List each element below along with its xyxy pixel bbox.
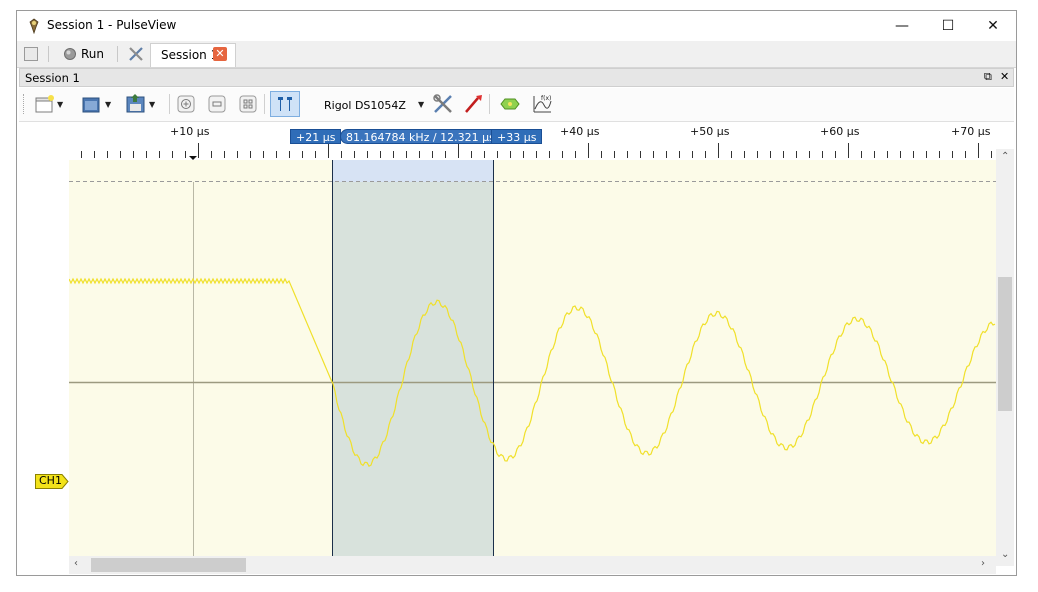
main-menu-button[interactable] (23, 44, 39, 64)
scroll-down-icon[interactable]: ⌄ (1001, 549, 1009, 560)
settings-button[interactable] (127, 44, 145, 64)
title-bar: Session 1 - PulseView — ☐ ✕ (17, 11, 1016, 41)
open-button[interactable]: ▼ (81, 93, 111, 115)
maximize-button[interactable]: ☐ (925, 11, 971, 41)
tab-session-1[interactable]: Session 1 ✕ (150, 43, 236, 67)
scroll-up-icon[interactable]: ⌃ (1001, 151, 1009, 162)
dock-title: Session 1 (25, 71, 80, 85)
session-toolbar: ▼ ▼ ▼ Rigol DS1054Z ▼ f(x) (19, 88, 1014, 122)
new-session-icon (35, 95, 54, 113)
waveform-viewport[interactable] (69, 160, 996, 566)
chevron-down-icon: ▼ (105, 99, 112, 109)
window-title: Session 1 - PulseView (47, 18, 177, 32)
float-dock-icon[interactable]: ⧉ (984, 70, 992, 84)
vertical-scroll-thumb[interactable] (998, 277, 1012, 411)
close-button[interactable]: ✕ (970, 11, 1016, 41)
session-dock-header: Session 1 ⧉ ✕ (19, 68, 1014, 87)
tab-close-icon[interactable]: ✕ (213, 47, 227, 61)
cursor-left-flag[interactable]: +21 µs (290, 129, 342, 144)
channel-label-ch1[interactable]: CH1 (35, 474, 69, 489)
toolbar-separator (169, 94, 170, 114)
chevron-down-icon: ▼ (57, 99, 64, 109)
ruler-tick-label: +70 µs (951, 125, 991, 138)
trace-header-area: CH1 (19, 122, 69, 566)
ch1-analog-trace (69, 277, 996, 468)
save-file-icon (126, 94, 145, 113)
new-session-button[interactable]: ▼ (33, 93, 63, 115)
time-ruler[interactable]: +10 µs +40 µs +50 µs +60 µs +70 µs +21 µ… (69, 122, 996, 160)
toolbar-separator (264, 94, 265, 114)
ruler-tick-label: +10 µs (170, 125, 210, 138)
add-decoder-icon (500, 98, 520, 110)
toolbar-separator (489, 94, 490, 114)
trigger-probe-button[interactable] (462, 93, 484, 115)
toolbar-separator (48, 46, 49, 62)
cursors-toggle-button[interactable] (270, 91, 300, 117)
run-button[interactable]: Run (63, 44, 104, 64)
device-config-button[interactable] (432, 93, 454, 115)
zoom-in-icon (177, 95, 195, 113)
chevron-down-icon: ▼ (149, 99, 156, 109)
zoom-out-button[interactable] (207, 93, 227, 115)
waveform-canvas (69, 160, 996, 566)
zoom-fit-button[interactable] (238, 93, 258, 115)
cursor-right-flag[interactable]: +33 µs (491, 129, 543, 144)
device-selector[interactable]: Rigol DS1054Z (324, 99, 406, 112)
scroll-right-icon[interactable]: › (981, 558, 985, 569)
cursors-icon (278, 97, 292, 111)
horizontal-scrollbar[interactable]: ‹ › (69, 556, 996, 574)
scroll-left-icon[interactable]: ‹ (74, 558, 78, 569)
app-window: Session 1 - PulseView — ☐ ✕ Run Session … (16, 10, 1017, 576)
zoom-fit-icon (239, 95, 257, 113)
open-file-icon (82, 97, 100, 113)
device-config-icon (433, 94, 452, 113)
save-button[interactable]: ▼ (125, 93, 155, 115)
cursor-region-header (332, 160, 493, 182)
horizontal-scroll-thumb[interactable] (91, 558, 246, 572)
channel-name: CH1 (39, 474, 62, 487)
cursor-measurement-label: 81.164784 kHz / 12.321 µs (340, 129, 501, 144)
ruler-tick-label: +40 µs (560, 125, 600, 138)
zoom-in-button[interactable] (176, 93, 196, 115)
menu-icon (24, 47, 38, 61)
cursor-region (332, 160, 493, 566)
toolbar-grip (23, 94, 25, 114)
add-decoder-button[interactable] (499, 93, 521, 115)
trigger-probe-icon (465, 95, 482, 113)
minimize-button[interactable]: — (879, 11, 925, 41)
svg-text:f(x): f(x) (541, 95, 551, 102)
vertical-scrollbar[interactable]: ⌃ ⌄ (996, 149, 1014, 566)
toolbar-separator (117, 46, 118, 62)
tools-icon (129, 47, 143, 61)
run-label: Run (81, 47, 105, 61)
zoom-out-icon (208, 95, 226, 113)
add-math-icon: f(x) (533, 95, 552, 113)
tab-label: Session 1 (161, 48, 219, 62)
chevron-down-icon[interactable]: ▼ (418, 100, 424, 109)
run-status-icon (64, 48, 76, 60)
add-math-button[interactable]: f(x) (531, 93, 553, 115)
pulseview-logo-icon (27, 18, 41, 35)
ruler-tick-label: +50 µs (690, 125, 730, 138)
ruler-tick-label: +60 µs (820, 125, 860, 138)
main-toolbar: Run Session 1 ✕ (17, 41, 1016, 68)
close-dock-icon[interactable]: ✕ (1000, 70, 1009, 83)
